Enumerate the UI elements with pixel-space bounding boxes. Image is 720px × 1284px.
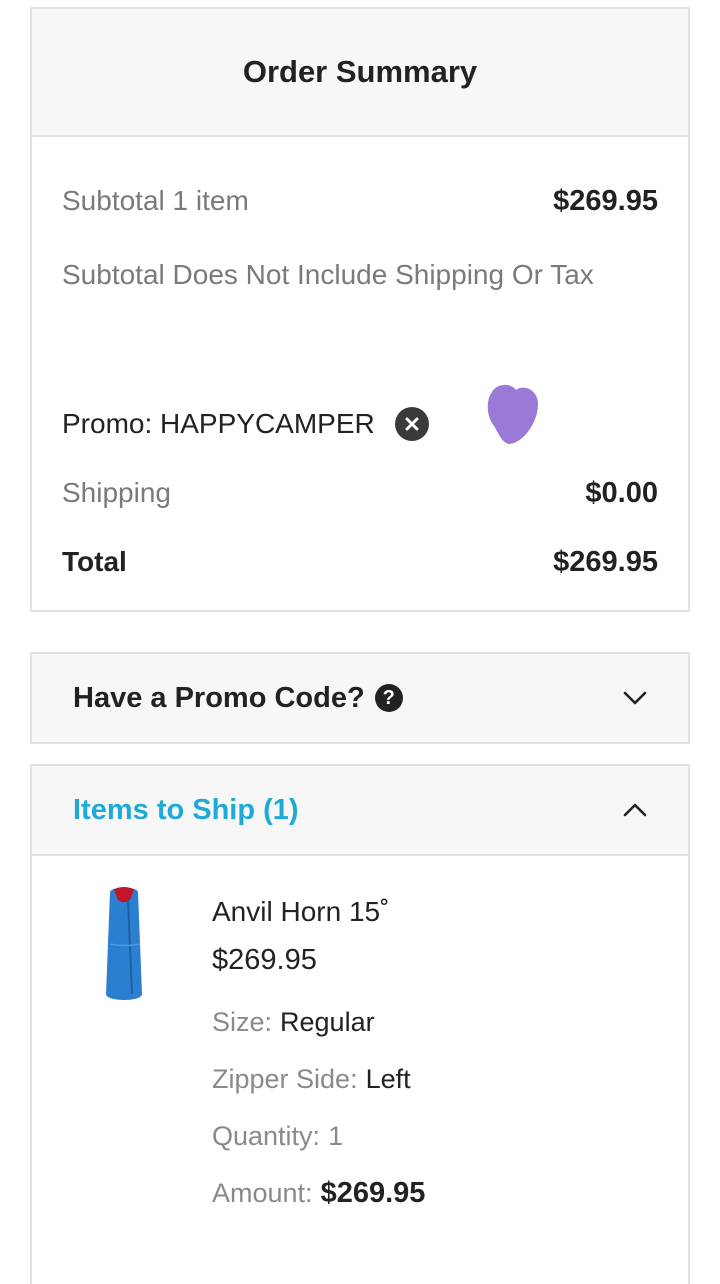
zipper-value: Left xyxy=(365,1064,411,1094)
product-details: Anvil Horn 15˚ $269.95 Size: Regular Zip… xyxy=(212,896,425,1222)
promo-applied-label: Promo: HAPPYCAMPER xyxy=(62,408,375,439)
quantity-label: Quantity: xyxy=(212,1121,321,1151)
promo-code-heading: Have a Promo Code? ? xyxy=(73,682,403,715)
total-label: Total xyxy=(62,546,127,577)
subtotal-row: Subtotal 1 item $269.95 xyxy=(62,185,658,218)
chevron-down-icon xyxy=(623,691,647,705)
product-name[interactable]: Anvil Horn 15˚ xyxy=(212,896,425,944)
shipping-row: Shipping $0.00 xyxy=(62,477,658,510)
zipper-label: Zipper Side: xyxy=(212,1064,358,1094)
close-circle-icon xyxy=(405,417,419,431)
items-to-ship-title: Items to Ship (1) xyxy=(73,793,299,826)
subtotal-note: Subtotal Does Not Include Shipping Or Ta… xyxy=(62,259,594,290)
promo-code-title: Have a Promo Code? xyxy=(73,681,365,714)
order-summary-header: Order Summary xyxy=(32,9,688,137)
total-row: Total $269.95 xyxy=(62,546,658,579)
product-zipper-side: Zipper Side: Left xyxy=(212,1051,425,1108)
help-circle-icon[interactable]: ? xyxy=(374,684,403,712)
product-size: Size: Regular xyxy=(212,994,425,1051)
remove-promo-button[interactable] xyxy=(394,407,429,441)
items-to-ship-toggle[interactable]: Items to Ship (1) xyxy=(32,766,688,856)
order-summary-title: Order Summary xyxy=(242,54,478,89)
order-summary-card: Order Summary Subtotal 1 item $269.95 Su… xyxy=(30,7,690,612)
product-image[interactable] xyxy=(102,884,146,1006)
quantity-value: 1 xyxy=(328,1121,344,1151)
amount-value: $269.95 xyxy=(320,1177,426,1209)
size-label: Size: xyxy=(212,1007,273,1037)
product-price: $269.95 xyxy=(212,944,317,976)
shipping-value: $0.00 xyxy=(585,477,658,509)
subtotal-label: Subtotal 1 item xyxy=(62,185,249,216)
product-amount: Amount: $269.95 xyxy=(212,1165,425,1222)
promo-code-accordion: Have a Promo Code? ? xyxy=(30,652,690,744)
size-value: Regular xyxy=(280,1007,375,1037)
applied-promo: Promo: HAPPYCAMPER xyxy=(62,407,429,441)
amount-label: Amount: xyxy=(212,1178,313,1208)
promo-code-toggle[interactable]: Have a Promo Code? ? xyxy=(32,654,688,742)
touch-indicator xyxy=(487,384,538,444)
total-value: $269.95 xyxy=(553,546,658,578)
subtotal-value: $269.95 xyxy=(553,185,658,217)
shipping-label: Shipping xyxy=(62,477,171,508)
product-quantity: Quantity: 1 xyxy=(212,1108,425,1165)
chevron-up-icon xyxy=(623,803,647,817)
items-to-ship-card: Items to Ship (1) Anvil Horn 15˚ $269.95… xyxy=(30,764,690,1284)
